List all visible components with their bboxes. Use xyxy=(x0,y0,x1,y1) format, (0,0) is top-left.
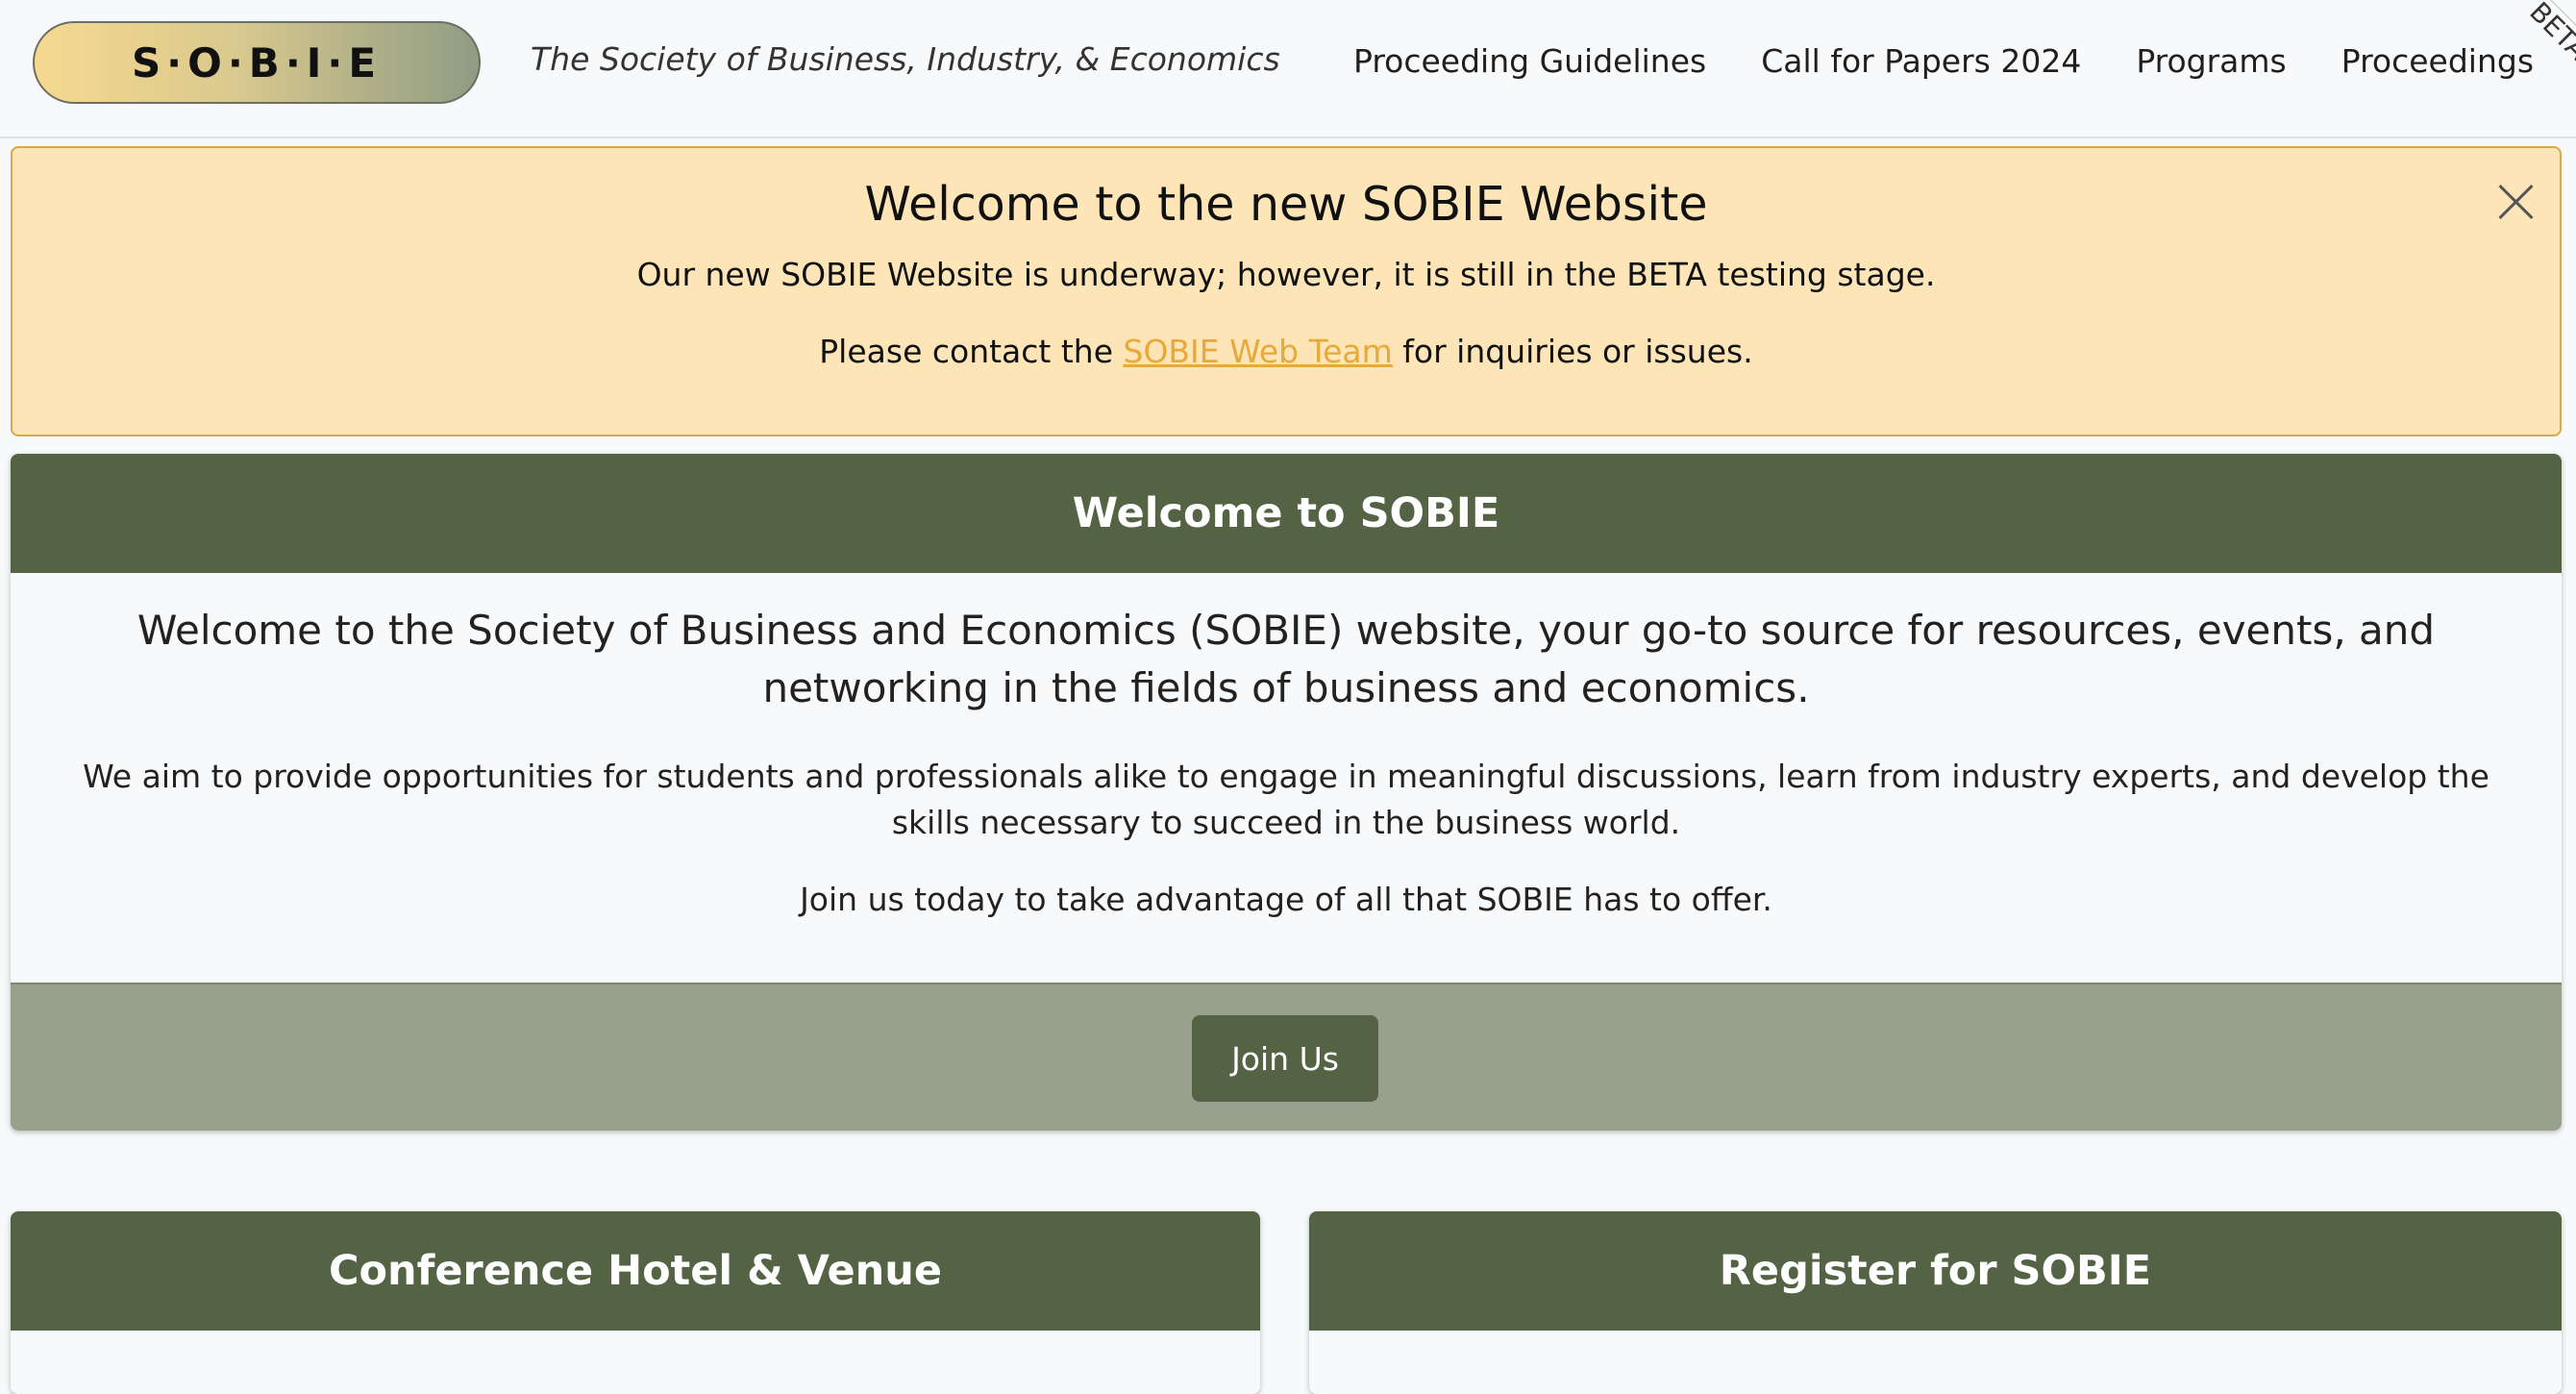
welcome-join-text: Join us today to take advantage of all t… xyxy=(800,881,1772,918)
navbar: S·O·B·I·E The Society of Business, Indus… xyxy=(0,0,2576,138)
welcome-lead: Welcome to the Society of Business and E… xyxy=(136,607,2436,711)
nav-link-programs[interactable]: Programs xyxy=(2136,42,2286,80)
nav-link-proceeding-guidelines[interactable]: Proceeding Guidelines xyxy=(1353,42,1706,80)
welcome-card: Welcome to SOBIE Welcome to the Society … xyxy=(11,454,2562,1131)
brand-logo[interactable]: S·O·B·I·E xyxy=(33,21,481,104)
register-header: Register for SOBIE xyxy=(1309,1211,2562,1331)
site-tagline: The Society of Business, Industry, & Eco… xyxy=(531,40,1280,78)
nav-link-proceedings[interactable]: Proceedings xyxy=(2341,42,2534,80)
alert-title: Welcome to the new SOBIE Website xyxy=(864,177,1708,232)
alert-contact-suffix: for inquiries or issues. xyxy=(1402,333,1753,370)
close-icon[interactable] xyxy=(2496,183,2535,221)
alert-message: Our new SOBIE Website is underway; howev… xyxy=(636,256,1936,293)
beta-alert: Welcome to the new SOBIE Website Our new… xyxy=(11,146,2562,436)
alert-contact-prefix: Please contact the xyxy=(819,333,1113,370)
alert-contact-line: Please contact the SOBIE Web Team for in… xyxy=(12,333,2560,370)
welcome-card-footer: Join Us xyxy=(11,983,2562,1131)
nav-links: Proceeding Guidelines Call for Papers 20… xyxy=(1353,42,2576,80)
welcome-paragraph: We aim to provide opportunities for stud… xyxy=(83,758,2489,841)
nav-link-call-for-papers[interactable]: Call for Papers 2024 xyxy=(1761,42,2081,80)
web-team-link[interactable]: SOBIE Web Team xyxy=(1124,333,1393,370)
welcome-card-header: Welcome to SOBIE xyxy=(11,454,2562,573)
hotel-venue-header: Conference Hotel & Venue xyxy=(11,1211,1260,1331)
join-us-button[interactable]: Join Us xyxy=(1192,1015,1378,1102)
